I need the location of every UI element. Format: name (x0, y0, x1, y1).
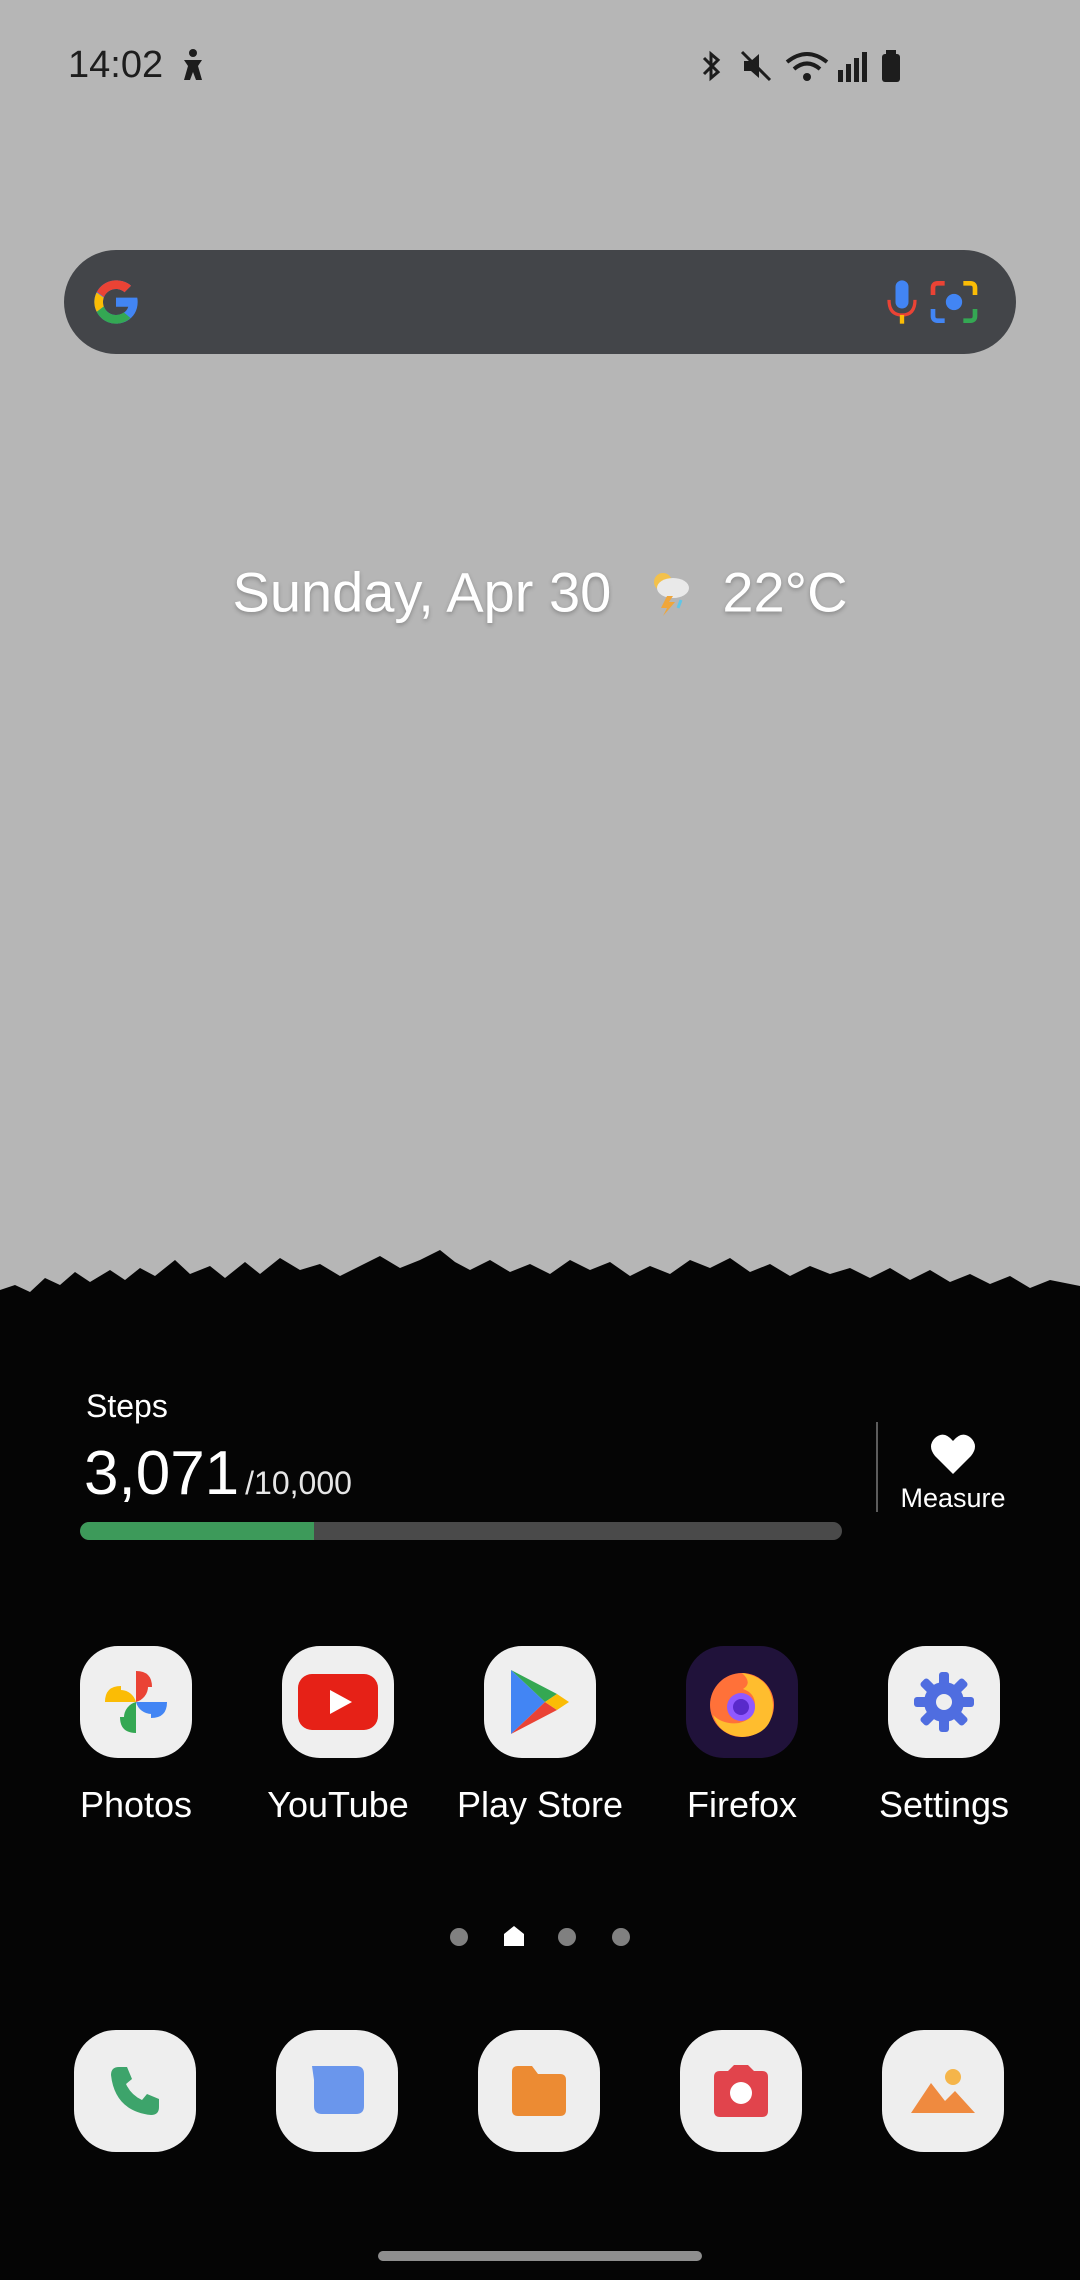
steps-goal: /10,000 (245, 1465, 352, 1501)
steps-count: 3,071 (84, 1439, 240, 1508)
date-text: Sunday, Apr 30 (232, 560, 612, 624)
app-label: Settings (878, 1784, 1010, 1825)
status-bar: 14:02 (0, 0, 1080, 135)
app-label: Photos (79, 1784, 193, 1825)
microphone-icon[interactable] (876, 276, 928, 328)
app-settings[interactable]: Settings (844, 1640, 1044, 1826)
phone-icon[interactable] (74, 2030, 196, 2152)
app-label: Firefox (686, 1784, 798, 1825)
home-page-indicator-icon[interactable] (502, 1924, 526, 1948)
status-time: 14:02 (68, 44, 164, 86)
app-firefox[interactable]: Firefox (642, 1640, 842, 1826)
app-play-store[interactable]: Play Store (440, 1640, 640, 1826)
camera-icon[interactable] (680, 2030, 802, 2152)
signal-icon (838, 52, 867, 82)
date-weather-widget[interactable]: Sunday, Apr 30 22°C (0, 555, 1080, 625)
steps-progress-fill (80, 1522, 314, 1540)
steps-progress-bar (80, 1522, 842, 1540)
battery-icon (882, 50, 900, 82)
page-dot[interactable] (450, 1928, 468, 1946)
google-lens-icon[interactable] (926, 274, 982, 330)
app-label: Play Store (456, 1784, 624, 1825)
divider (876, 1422, 878, 1512)
photos-icon (80, 1646, 192, 1758)
steps-count-row: 3,071/10,000 (84, 1438, 352, 1509)
settings-icon (888, 1646, 1000, 1758)
gallery-icon[interactable] (882, 2030, 1004, 2152)
temperature-text: 22°C (722, 560, 848, 624)
wallpaper-sky (0, 0, 1080, 1320)
files-icon[interactable] (478, 2030, 600, 2152)
dock (0, 2030, 1080, 2154)
accessibility-icon (184, 49, 202, 80)
steps-widget[interactable]: Steps 3,071/10,000 Measure (78, 1380, 1008, 1560)
google-search-bar[interactable] (64, 250, 1016, 354)
heart-icon (931, 1434, 975, 1474)
page-indicator[interactable] (0, 1922, 1080, 1952)
bluetooth-icon (702, 50, 721, 82)
page-dot[interactable] (558, 1928, 576, 1946)
play-store-icon (484, 1646, 596, 1758)
treeline-silhouette (0, 1250, 1080, 1350)
home-apps-row: Photos YouTube Play Store Firefox Settin… (0, 1640, 1080, 1840)
messages-icon[interactable] (276, 2030, 398, 2152)
youtube-icon (282, 1646, 394, 1758)
thunderstorm-icon (653, 573, 689, 617)
app-label: YouTube (267, 1784, 409, 1825)
measure-button[interactable]: Measure (898, 1432, 1008, 1514)
wifi-icon (785, 52, 829, 81)
google-logo-icon (94, 280, 138, 324)
steps-label: Steps (86, 1388, 168, 1424)
gesture-nav-handle[interactable] (378, 2251, 702, 2261)
app-youtube[interactable]: YouTube (238, 1640, 438, 1826)
measure-label: Measure (900, 1483, 1006, 1513)
page-dot[interactable] (612, 1928, 630, 1946)
app-photos[interactable]: Photos (36, 1640, 236, 1826)
firefox-icon (686, 1646, 798, 1758)
mute-icon (740, 50, 772, 82)
